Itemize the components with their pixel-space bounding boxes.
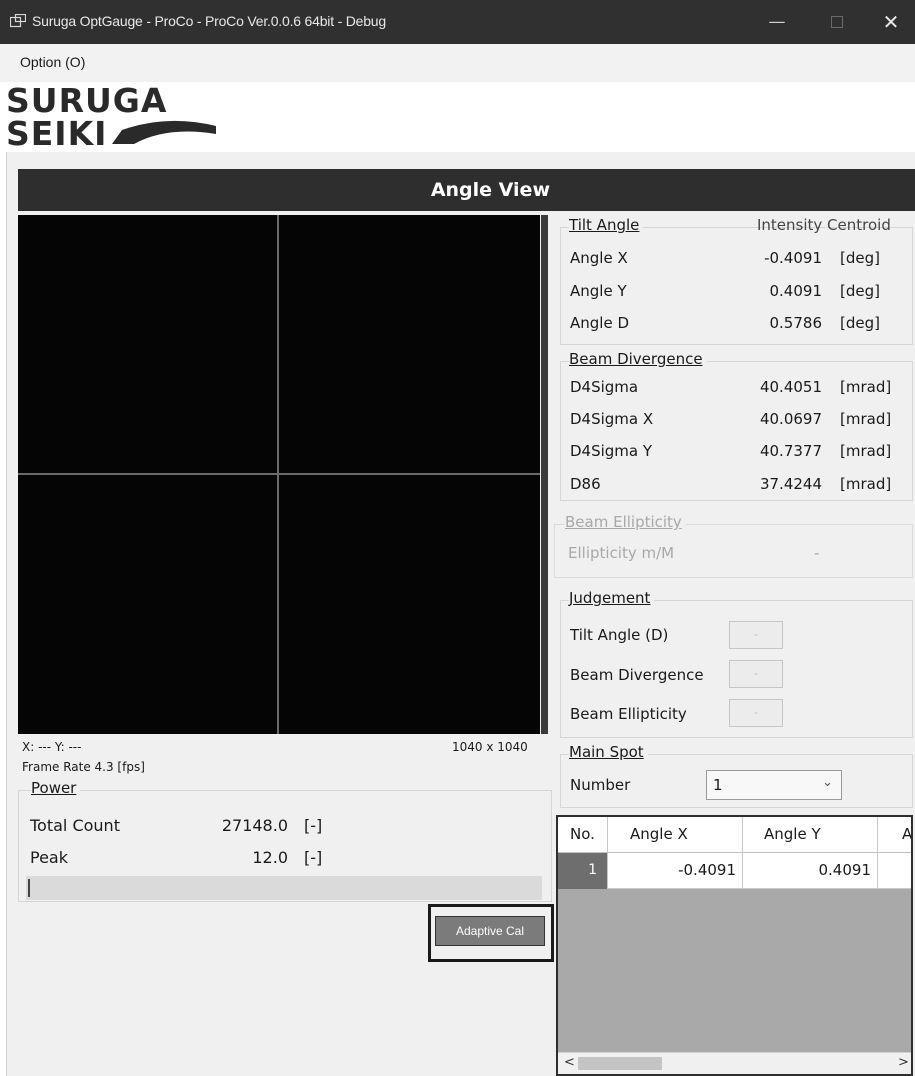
table-horizontal-scrollbar[interactable]: < > xyxy=(558,1052,911,1074)
window-title: Suruga OptGauge - ProCo - ProCo Ver.0.0.… xyxy=(32,13,386,29)
power-level-marker xyxy=(28,879,30,897)
judgement-label: Tilt Angle (D) xyxy=(570,626,669,644)
maximize-icon xyxy=(831,16,843,28)
divergence-value: 37.4244 xyxy=(759,475,822,493)
tilt-label: Angle D xyxy=(570,314,630,332)
power-level-bar xyxy=(26,876,542,900)
divergence-label: D4Sigma Y xyxy=(570,442,653,460)
power-unit: [-] xyxy=(304,848,323,867)
table-header: No. Angle X Angle Y A xyxy=(558,817,911,853)
judgement-title: Judgement xyxy=(569,589,655,607)
logo-line-2: SEIKI xyxy=(6,114,108,153)
close-button[interactable]: ✕ xyxy=(866,0,915,44)
divergence-unit: [mrad] xyxy=(840,378,892,396)
app-icon xyxy=(10,14,26,28)
angle-y-cell[interactable]: 0.4091 xyxy=(743,853,877,889)
divergence-unit: [mrad] xyxy=(840,442,892,460)
logo-swoosh-icon xyxy=(112,120,216,144)
beam-divergence-title: Beam Divergence xyxy=(569,350,707,368)
spot-number-label: Number xyxy=(570,776,631,794)
chevron-down-icon: ⌄ xyxy=(822,775,833,790)
divergence-value: 40.4051 xyxy=(759,378,822,396)
divergence-label: D4Sigma X xyxy=(570,410,654,428)
results-table[interactable]: No. Angle X Angle Y A 1 -0.4091 0.4091 <… xyxy=(556,815,913,1076)
column-header-no[interactable]: No. xyxy=(570,825,595,843)
ellipticity-label: Ellipticity m/M xyxy=(568,544,675,562)
scroll-left-icon[interactable]: < xyxy=(564,1055,575,1070)
crosshair-horizontal xyxy=(18,473,540,475)
power-value: 27148.0 xyxy=(221,816,288,835)
column-header-angle-y[interactable]: Angle Y xyxy=(764,825,821,843)
row-number-cell[interactable]: 1 xyxy=(558,853,607,889)
logo-line-1: SURUGA xyxy=(6,81,168,120)
tilt-value: -0.4091 xyxy=(764,249,822,267)
scrollbar-thumb[interactable] xyxy=(578,1057,662,1070)
spot-number-value: 1 xyxy=(713,776,723,794)
judgement-indicator: - xyxy=(729,699,783,727)
power-unit: [-] xyxy=(304,816,323,835)
tilt-label: Angle X xyxy=(570,249,628,267)
power-value: 12.0 xyxy=(252,848,288,867)
power-label: Total Count xyxy=(30,816,120,835)
tilt-value: 0.5786 xyxy=(769,314,823,332)
divergence-unit: [mrad] xyxy=(840,410,892,428)
tilt-mode-label: Intensity Centroid xyxy=(757,216,891,234)
divergence-unit: [mrad] xyxy=(840,475,892,493)
judgement-label: Beam Divergence xyxy=(570,666,704,684)
minimize-icon: — xyxy=(768,12,786,32)
view-header: Angle View xyxy=(18,169,915,211)
tilt-angle-title: Tilt Angle xyxy=(569,216,644,234)
angle-x-cell[interactable]: -0.4091 xyxy=(608,853,742,889)
close-icon: ✕ xyxy=(882,10,900,34)
beam-image-viewer[interactable] xyxy=(18,215,540,734)
judgement-label: Beam Ellipticity xyxy=(570,705,687,723)
scroll-right-icon[interactable]: > xyxy=(898,1055,909,1070)
adaptive-cal-button[interactable]: Adaptive Cal xyxy=(435,916,545,946)
column-header-extra[interactable]: A xyxy=(902,825,911,843)
minimize-button[interactable]: — xyxy=(752,0,802,44)
power-label: Peak xyxy=(30,848,68,867)
tilt-label: Angle Y xyxy=(570,282,627,300)
title-bar: Suruga OptGauge - ProCo - ProCo Ver.0.0.… xyxy=(0,0,915,44)
spot-number-select[interactable]: 1 ⌄ xyxy=(706,770,842,800)
divergence-value: 40.0697 xyxy=(759,410,822,428)
extra-cell[interactable] xyxy=(878,853,911,889)
main-spot-title: Main Spot xyxy=(569,743,648,761)
tilt-unit: [deg] xyxy=(840,282,880,300)
view-title: Angle View xyxy=(430,179,550,201)
image-resolution: 1040 x 1040 xyxy=(452,740,528,754)
menu-bar: Option (O) xyxy=(0,44,915,82)
cursor-coordinates: X: --- Y: --- xyxy=(22,740,82,754)
frame-rate: Frame Rate 4.3 [fps] xyxy=(22,760,145,774)
judgement-indicator: - xyxy=(729,621,783,649)
maximize-button[interactable] xyxy=(812,0,862,44)
column-header-angle-x[interactable]: Angle X xyxy=(630,825,688,843)
tilt-unit: [deg] xyxy=(840,314,880,332)
beam-ellipticity-title: Beam Ellipticity xyxy=(565,513,686,531)
judgement-indicator: - xyxy=(729,660,783,688)
company-logo: SURUGA SEIKI xyxy=(6,84,226,152)
divergence-label: D4Sigma xyxy=(570,378,639,396)
divergence-value: 40.7377 xyxy=(759,442,822,460)
tilt-value: 0.4091 xyxy=(769,282,823,300)
divergence-label: D86 xyxy=(570,475,601,493)
ellipticity-value: - xyxy=(814,544,820,562)
viewer-scrollbar[interactable] xyxy=(541,215,548,734)
power-title: Power xyxy=(31,779,81,797)
tilt-unit: [deg] xyxy=(840,249,880,267)
menu-option[interactable]: Option (O) xyxy=(20,54,85,70)
